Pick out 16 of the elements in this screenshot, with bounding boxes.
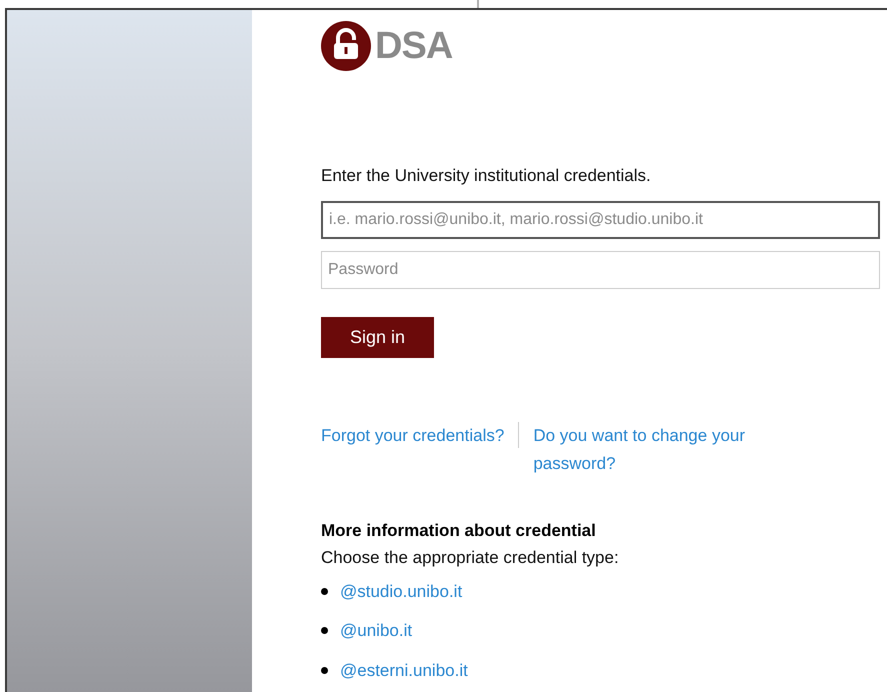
- more-info-heading: More information about credential: [321, 520, 597, 542]
- padlock-logo-icon: [321, 21, 371, 71]
- intro-text: Enter the University institutional credentials.: [321, 165, 652, 187]
- credential-type-link[interactable]: @unibo.it: [340, 618, 412, 644]
- help-link[interactable]: Do you want to change your password?: [533, 422, 774, 478]
- more-info-text: Choose the appropriate credential type:: [321, 547, 620, 569]
- help-link[interactable]: Forgot your credentials?: [321, 422, 504, 450]
- password-field[interactable]: Password: [321, 250, 880, 288]
- username-field[interactable]: i.e. mario.rossi@unibo.it, mario.rossi@studio.unibo.it: [321, 200, 880, 238]
- credential-type-link[interactable]: @studio.unibo.it: [340, 578, 462, 604]
- sign-in-button[interactable]: Sign in: [321, 316, 434, 358]
- bullet-icon: [321, 588, 328, 595]
- bullet-icon: [321, 627, 328, 634]
- logo-text: DSA: [375, 27, 452, 65]
- credential-type-link[interactable]: @esterni.unibo.it: [340, 658, 468, 683]
- bullet-icon: [321, 666, 328, 674]
